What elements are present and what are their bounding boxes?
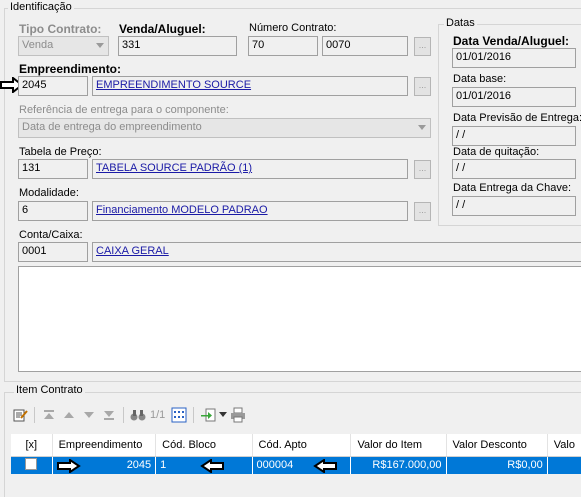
row-bloco-cell: 1 [155, 456, 253, 474]
pointer-arrow-icon [56, 458, 81, 473]
row-valor-desconto-cell: R$0,00 [446, 456, 548, 474]
grid-view-icon[interactable] [169, 405, 189, 425]
chevron-down-icon [418, 125, 426, 130]
export-icon[interactable] [198, 405, 218, 425]
pointer-arrow-left-icon [200, 458, 225, 473]
dropdown-caret-icon[interactable] [218, 405, 228, 425]
data-quitacao-field[interactable]: / / [452, 159, 576, 179]
tabela-preco-ellipsis-button[interactable]: ... [414, 160, 431, 179]
modalidade-label: Modalidade: [19, 187, 79, 199]
referencia-label: Referência de entrega para o componente: [19, 104, 229, 116]
binoculars-icon[interactable] [128, 405, 148, 425]
column-header-valor[interactable]: Valo [547, 434, 581, 457]
pointer-arrow-left-icon [312, 458, 337, 473]
first-record-icon[interactable] [39, 405, 59, 425]
numero-contrato-ellipsis-button[interactable]: ... [414, 37, 431, 56]
venda-aluguel-field[interactable]: 331 [118, 36, 237, 56]
referencia-select[interactable]: Data de entrega do empreendimento [18, 118, 431, 138]
empreendimento-name-field[interactable]: EMPREENDIMENTO SOURCE [92, 76, 408, 96]
venda-aluguel-label: Venda/Aluguel: [119, 22, 206, 36]
data-venda-aluguel-label: Data Venda/Aluguel: [453, 34, 570, 48]
tipo-contrato-label: Tipo Contrato: [19, 22, 102, 36]
column-header-valor-item[interactable]: Valor do Item [350, 434, 447, 457]
empreendimento-label: Empreendimento: [19, 62, 122, 76]
conta-caixa-name-field[interactable]: CAIXA GERAL [92, 242, 581, 262]
edit-icon[interactable] [10, 405, 30, 425]
numero-contrato-field-2[interactable]: 0070 [322, 36, 408, 56]
tabela-preco-label: Tabela de Preço: [19, 146, 102, 158]
row-valor-cell [547, 456, 581, 474]
item-toolbar: 1/1 [10, 404, 248, 426]
conta-caixa-label: Conta/Caixa: [19, 229, 83, 241]
tipo-contrato-select[interactable]: Venda [18, 36, 109, 56]
column-header-select[interactable]: [x] [11, 434, 53, 457]
row-valor-item-cell: R$167.000,00 [350, 456, 447, 474]
row-empreendimento-value: 2045 [126, 459, 152, 471]
modalidade-name-link[interactable]: Financiamento MODELO PADRAO [96, 204, 268, 216]
identificacao-title: Identificação [8, 1, 74, 13]
empreendimento-name-link[interactable]: EMPREENDIMENTO SOURCE [96, 79, 251, 91]
next-record-icon[interactable] [79, 405, 99, 425]
numero-contrato-field-1[interactable]: 70 [248, 36, 318, 56]
empreendimento-ellipsis-button[interactable]: ... [414, 77, 431, 96]
row-bloco-value: 1 [160, 459, 167, 471]
tipo-contrato-value: Venda [22, 39, 54, 51]
row-empreendimento-cell: 2045 [52, 456, 157, 474]
item-contrato-title: Item Contrato [14, 384, 85, 396]
printer-icon[interactable] [228, 405, 248, 425]
chevron-down-icon [96, 43, 104, 48]
numero-contrato-label: Número Contrato: [249, 22, 337, 34]
observacao-textarea[interactable] [18, 266, 581, 372]
row-apto-cell: 000004 [252, 456, 352, 474]
data-previsao-entrega-field[interactable]: / / [452, 126, 576, 146]
modalidade-ellipsis-button[interactable]: ... [414, 202, 431, 221]
row-apto-value: 000004 [256, 459, 294, 471]
data-previsao-entrega-label: Data Previsão de Entrega: [453, 112, 581, 124]
datas-title: Datas [444, 17, 477, 29]
tabela-preco-code-field[interactable]: 131 [18, 159, 88, 179]
conta-caixa-code-field[interactable]: 0001 [18, 242, 88, 262]
data-entrega-chave-field[interactable]: / / [452, 196, 576, 216]
row-checkbox[interactable] [25, 457, 38, 470]
referencia-value: Data de entrega do empreendimento [22, 121, 202, 133]
column-header-empreendimento[interactable]: Empreendimento [52, 434, 157, 457]
empreendimento-code-field[interactable]: 2045 [18, 76, 88, 96]
conta-caixa-name-link[interactable]: CAIXA GERAL [96, 245, 169, 257]
last-record-icon[interactable] [99, 405, 119, 425]
data-entrega-chave-label: Data Entrega da Chave: [453, 182, 572, 194]
data-venda-aluguel-field[interactable]: 01/01/2016 [452, 48, 576, 68]
previous-record-icon[interactable] [59, 405, 79, 425]
data-base-label: Data base: [453, 73, 507, 85]
column-header-valor-desconto[interactable]: Valor Desconto [446, 434, 548, 457]
data-quitacao-label: Data de quitação: [453, 146, 540, 158]
item-contrato-table[interactable]: [x] Empreendimento Cód. Bloco Cód. Apto … [11, 434, 581, 474]
row-select-cell[interactable] [11, 456, 53, 474]
tabela-preco-name-link[interactable]: TABELA SOURCE PADRÃO (1) [96, 162, 252, 174]
modalidade-name-field[interactable]: Financiamento MODELO PADRAO [92, 201, 408, 221]
table-row[interactable]: 2045 1 000004 R$167.000,00 R$0,00 [11, 456, 581, 474]
modalidade-code-field[interactable]: 6 [18, 201, 88, 221]
tabela-preco-name-field[interactable]: TABELA SOURCE PADRÃO (1) [92, 159, 408, 179]
column-header-cod-apto[interactable]: Cód. Apto [252, 434, 352, 457]
pager-label: 1/1 [150, 409, 166, 421]
column-header-cod-bloco[interactable]: Cód. Bloco [155, 434, 253, 457]
data-base-field[interactable]: 01/01/2016 [452, 87, 576, 107]
